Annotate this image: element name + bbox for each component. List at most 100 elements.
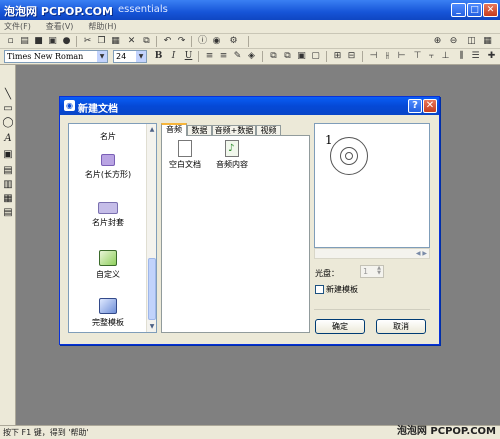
template-business-card[interactable]: 名片 (69, 128, 147, 142)
globe-icon[interactable]: ◉ (211, 36, 222, 47)
copy-icon[interactable]: ❐ (96, 36, 107, 47)
fit-icon[interactable]: ◫ (466, 36, 477, 47)
template-scrollbar[interactable]: ▲ ▼ (146, 124, 156, 332)
send-back-icon[interactable]: ⧉ (282, 51, 293, 62)
align-vcenter-icon[interactable]: ⫟ (426, 51, 437, 62)
burn-icon[interactable]: ● (61, 36, 72, 47)
dialog-app-icon: ◉ (64, 100, 75, 111)
scroll-up-icon[interactable]: ▲ (148, 125, 156, 134)
print-icon[interactable]: ▣ (47, 36, 58, 47)
undo-icon[interactable]: ↶ (162, 36, 173, 47)
menu-help[interactable]: 帮助(H) (88, 20, 116, 34)
template-card-sleeve[interactable]: 名片封套 (69, 202, 147, 228)
delete-icon[interactable]: ✕ (126, 36, 137, 47)
preview-scrollbar[interactable]: ◀ ▶ (314, 248, 430, 259)
dialog-close-button[interactable]: ✕ (423, 99, 437, 113)
minimize-button[interactable]: _ (451, 3, 466, 17)
duplicate-icon[interactable]: ⧉ (141, 36, 152, 47)
scroll-down-icon[interactable]: ▼ (148, 322, 156, 331)
separator (362, 51, 363, 62)
new-template-label: 新建模板 (326, 285, 358, 294)
bring-front-icon[interactable]: ⧉ (268, 51, 279, 62)
distribute-v-icon[interactable]: ☰ (470, 51, 481, 62)
align-center-icon[interactable]: ≡ (218, 51, 229, 62)
status-bar: 按下 F1 键，得到 '帮助' 泡泡网 PCPOP.COM (0, 425, 500, 439)
scroll-arrows-icon[interactable]: ◀ ▶ (416, 250, 427, 257)
template-label: 名片(长方形) (84, 170, 132, 179)
align-bottom-icon[interactable]: ⊥ (440, 51, 451, 62)
template-custom[interactable]: 自定义 (69, 250, 147, 280)
ungroup-icon[interactable]: ▢ (310, 51, 321, 62)
disc-value: 1 (363, 267, 369, 276)
ellipse-icon[interactable]: ◯ (2, 117, 14, 129)
fill-icon[interactable]: ◈ (246, 51, 257, 62)
cut-icon[interactable]: ✂ (82, 36, 93, 47)
align-left-icon[interactable]: ≡ (204, 51, 215, 62)
italic-button[interactable]: I (168, 51, 179, 62)
bold-button[interactable]: B (153, 51, 164, 62)
save-icon[interactable]: ■ (33, 36, 44, 47)
font-size-select[interactable]: 24 ▼ (113, 50, 147, 63)
scroll-thumb[interactable] (148, 258, 156, 320)
tool-icon[interactable]: ⚙ (228, 36, 239, 47)
zoom-out-icon[interactable]: ⊖ (448, 36, 459, 47)
separator (326, 51, 327, 62)
open-icon[interactable]: ▤ (19, 36, 30, 47)
center-icon[interactable]: ✚ (486, 51, 497, 62)
window-title: essentials (118, 4, 168, 15)
distribute-icon[interactable]: ⫼ (456, 51, 467, 62)
line-icon[interactable]: ╲ (2, 89, 14, 101)
new-icon[interactable]: ▫ (5, 36, 16, 47)
text-icon[interactable]: A (2, 133, 14, 145)
chevron-down-icon[interactable]: ▼ (136, 51, 146, 62)
preview-number: 1 (325, 133, 333, 147)
align-right-edge-icon[interactable]: ⊢ (396, 51, 407, 62)
pen-icon[interactable]: ✎ (232, 51, 243, 62)
separator (248, 36, 249, 47)
redo-icon[interactable]: ↷ (176, 36, 187, 47)
align-hcenter-icon[interactable]: ⫲ (382, 51, 393, 62)
item-audio-content[interactable]: ♪ 音频内容 (212, 140, 252, 170)
standard-toolbar: ▫ ▤ ■ ▣ ● ✂ ❐ ▦ ✕ ⧉ ↶ ↷ ⓘ ◉ ⚙ ⊕ ⊖ ◫ ▦ (0, 34, 500, 49)
menu-bar: 文件(F) 查看(V) 帮助(H) (0, 20, 500, 34)
template-full[interactable]: 完整模板 (69, 298, 147, 328)
separator (76, 36, 77, 47)
info-icon[interactable]: ⓘ (197, 36, 208, 47)
font-size-value: 24 (116, 52, 127, 61)
new-template-checkbox[interactable]: 新建模板 (315, 284, 358, 295)
template-business-card-long[interactable]: 名片(长方形) (69, 154, 147, 180)
close-button[interactable]: ✕ (483, 3, 498, 17)
textbox-icon[interactable]: ▤ (2, 207, 14, 219)
align-left-edge-icon[interactable]: ⊣ (368, 51, 379, 62)
checkbox-box[interactable] (315, 285, 324, 294)
cancel-button[interactable]: 取消 (376, 319, 426, 334)
group-icon[interactable]: ▣ (296, 51, 307, 62)
template-label: 完整模板 (92, 318, 124, 327)
item-blank-document[interactable]: 空白文档 (165, 140, 205, 170)
menu-file[interactable]: 文件(F) (4, 20, 31, 34)
paste-icon[interactable]: ▦ (110, 36, 121, 47)
rectangle-icon[interactable]: ▭ (2, 103, 14, 115)
ok-button[interactable]: 确定 (315, 319, 365, 334)
spinner-arrows-icon[interactable]: ▲ ▼ (375, 266, 383, 277)
new-document-dialog: ◉ 新建文档 ? ✕ 名片 名片(长方形) 名片封套 自定义 完整模板 ▲ ▼ … (59, 96, 440, 345)
maximize-button[interactable]: □ (467, 3, 482, 17)
tab-audio[interactable]: 音频 (161, 123, 187, 136)
frame-icon[interactable]: ⊞ (332, 51, 343, 62)
chevron-down-icon[interactable]: ▼ (97, 51, 107, 62)
image-icon[interactable]: ▣ (2, 149, 14, 161)
barcode-icon[interactable]: ▥ (2, 179, 14, 191)
menu-view[interactable]: 查看(V) (46, 20, 74, 34)
grid-icon[interactable]: ▦ (482, 36, 493, 47)
help-button[interactable]: ? (408, 99, 422, 113)
font-select[interactable]: Times New Roman ▼ (4, 50, 108, 63)
disc-spinner[interactable]: 1 ▲ ▼ (360, 265, 384, 278)
item-label: 空白文档 (169, 160, 201, 169)
dialog-title-bar: ◉ 新建文档 ? ✕ (60, 97, 439, 115)
zoom-in-icon[interactable]: ⊕ (432, 36, 443, 47)
align-top-icon[interactable]: ⊤ (412, 51, 423, 62)
underline-button[interactable]: U (183, 51, 194, 62)
tracklist-icon[interactable]: ▦ (2, 193, 14, 205)
list-icon[interactable]: ▤ (2, 165, 14, 177)
frame2-icon[interactable]: ⊟ (346, 51, 357, 62)
